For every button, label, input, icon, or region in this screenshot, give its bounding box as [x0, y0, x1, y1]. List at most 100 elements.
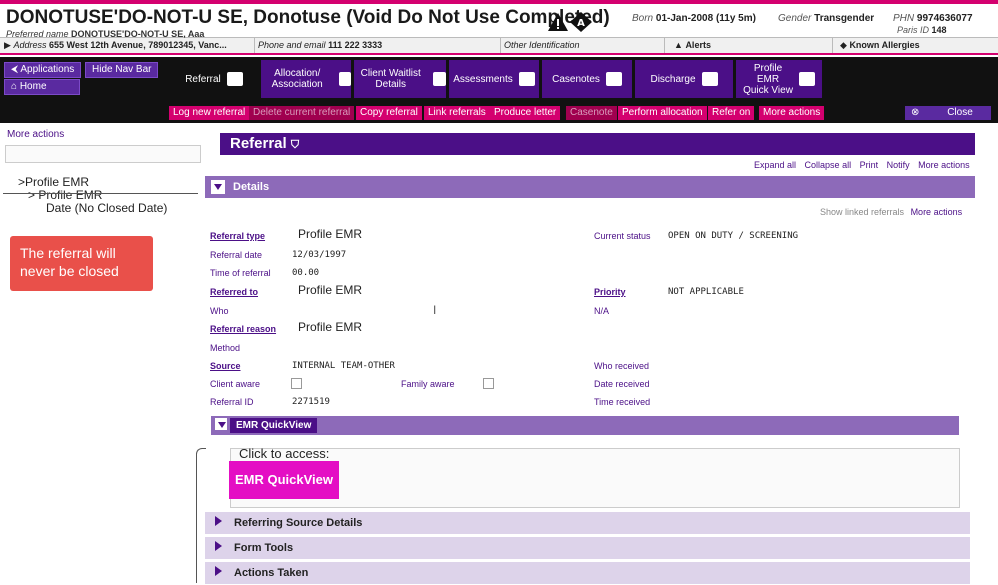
referred-to-label[interactable]: Referred to [210, 287, 258, 297]
back-arrow-icon: ⮜ [11, 64, 19, 75]
phn-label: PHN [893, 13, 915, 24]
alert-diamond-icon: A [570, 12, 592, 32]
text-cursor-icon: I [433, 303, 437, 317]
module-discharge[interactable]: Discharge [635, 60, 733, 98]
referral-id-label: Referral ID [210, 397, 254, 407]
section-title: Actions Taken [234, 567, 309, 579]
quickview-section-header[interactable] [211, 416, 959, 435]
collapse-all-link[interactable]: Collapse all [805, 160, 852, 170]
referral-type-label[interactable]: Referral type [210, 231, 265, 241]
divider [832, 38, 833, 53]
section-referring-source[interactable]: Referring Source Details [205, 512, 970, 534]
referral-reason-label[interactable]: Referral reason [210, 324, 276, 334]
click-to-access-label: Click to access: [239, 446, 330, 461]
module-waitlist[interactable]: Client Waitlist Details [354, 60, 446, 98]
phone-label: Phone and email [258, 40, 326, 50]
applications-label: Applications [20, 64, 75, 75]
section-form-tools[interactable]: Form Tools [205, 537, 970, 559]
patient-header: DONOTUSE'DO-NOT-U SE, Donotuse (Void Do … [0, 4, 998, 39]
more-actions-button[interactable]: More actions [759, 106, 825, 120]
show-linked-link[interactable]: Show linked referrals [820, 207, 904, 217]
collapse-icon [211, 180, 225, 194]
family-aware-checkbox[interactable] [483, 378, 494, 389]
module-profile-emr[interactable]: Profile EMR Quick View [736, 60, 822, 98]
who-label: Who [210, 306, 229, 316]
other-identification[interactable]: Other Identification [504, 40, 580, 50]
home-icon: ⌂ [11, 81, 18, 92]
more-actions-link[interactable]: More actions [918, 160, 970, 170]
hide-nav-button[interactable]: Hide Nav Bar [85, 62, 159, 78]
referral-id-value: 2271519 [292, 397, 330, 407]
info-bar: ▶ Address 655 West 12th Avenue, 78901234… [0, 38, 998, 55]
produce-letter-button[interactable]: Produce letter [490, 106, 561, 120]
notify-link[interactable]: Notify [887, 160, 910, 170]
perform-allocation-button[interactable]: Perform allocation [618, 106, 707, 120]
gender: Gender Transgender [778, 13, 874, 24]
module-assessments[interactable]: Assessments [449, 60, 539, 98]
sidebar-more-actions[interactable]: More actions [7, 129, 64, 140]
family-aware-label: Family aware [401, 379, 455, 389]
document-icon [518, 72, 535, 86]
sidebar-filter-box[interactable] [5, 145, 201, 163]
client-aware-label: Client aware [210, 379, 261, 389]
time-of-referral-label: Time of referral [210, 268, 271, 278]
annotation-brace [3, 193, 198, 205]
phn: PHN 9974636077 [893, 13, 973, 24]
module-label: Casenotes [552, 73, 600, 85]
casenote-button[interactable]: Casenote [566, 106, 617, 120]
time-received-label: Time received [594, 397, 651, 407]
clipboard-icon [433, 72, 446, 86]
link-referrals-button[interactable]: Link referrals [424, 106, 490, 120]
current-status-value: OPEN ON DUTY / SCREENING [668, 231, 799, 241]
allergy-diamond-icon: ◆ [840, 40, 847, 50]
details-section-header[interactable]: Details [205, 176, 975, 198]
address[interactable]: ▶ Address 655 West 12th Avenue, 78901234… [4, 40, 227, 51]
source-label[interactable]: Source [210, 361, 241, 371]
alerts-link[interactable]: ▲ Alerts [674, 40, 711, 50]
expand-all-link[interactable]: Expand all [754, 160, 796, 170]
module-allocation[interactable]: Allocation/ Association [261, 60, 351, 98]
module-label: Allocation/ Association [271, 68, 323, 90]
module-casenotes[interactable]: Casenotes [542, 60, 632, 98]
time-of-referral-value: 00.00 [292, 268, 320, 278]
section-actions-taken[interactable]: Actions Taken [205, 562, 970, 584]
patient-name: DONOTUSE'DO-NOT-U SE, Donotuse (Void Do … [6, 7, 610, 28]
page-links: Expand all Collapse all Print Notify Mor… [748, 160, 970, 170]
current-status-label: Current status [594, 231, 651, 241]
divider [664, 38, 665, 53]
address-value: 655 West 12th Avenue, 789012345, Vanc... [48, 40, 227, 50]
close-icon: ⊗ [911, 107, 920, 118]
shield-icon: ⛉ [290, 139, 300, 151]
divider [500, 38, 501, 53]
module-label: Referral [185, 73, 221, 85]
home-button[interactable]: ⌂ Home [4, 79, 80, 95]
section-title: Form Tools [234, 542, 294, 554]
referred-to-value: Profile EMR [298, 283, 363, 297]
phone: Phone and email 111 222 3333 [258, 40, 382, 50]
module-label: Assessments [453, 73, 513, 85]
details-more-actions-link[interactable]: More actions [911, 207, 963, 217]
module-nav: ⮜ Applications Hide Nav Bar ⌂ Home Refer… [0, 57, 998, 103]
copy-referral-button[interactable]: Copy referral [356, 106, 422, 120]
divider [254, 38, 255, 53]
phone-value: 111 222 3333 [328, 40, 383, 50]
annotation-callout: The referral will never be closed [10, 236, 153, 291]
edit-icon [605, 72, 622, 86]
close-label: Close [947, 107, 973, 118]
paris-value: 148 [931, 25, 947, 35]
who-received-label: Who received [594, 361, 650, 371]
expand-icon [215, 541, 222, 551]
refer-on-button[interactable]: Refer on [708, 106, 755, 120]
applications-button[interactable]: ⮜ Applications [4, 62, 82, 78]
priority-label[interactable]: Priority [594, 287, 626, 297]
delete-referral-button[interactable]: Delete current referral [249, 106, 355, 120]
log-new-referral-button[interactable]: Log new referral [169, 106, 250, 120]
tree-item[interactable]: >Profile EMR [18, 175, 89, 189]
close-button[interactable]: ⊗ Close [905, 106, 991, 120]
print-link[interactable]: Print [860, 160, 879, 170]
emr-quickview-button[interactable]: EMR QuickView [229, 461, 339, 499]
module-referral[interactable]: Referral [170, 60, 258, 98]
client-aware-checkbox[interactable] [291, 378, 302, 389]
page-title: Referral ⛉ [220, 133, 975, 155]
allergies-link[interactable]: ◆ Known Allergies [840, 40, 920, 51]
